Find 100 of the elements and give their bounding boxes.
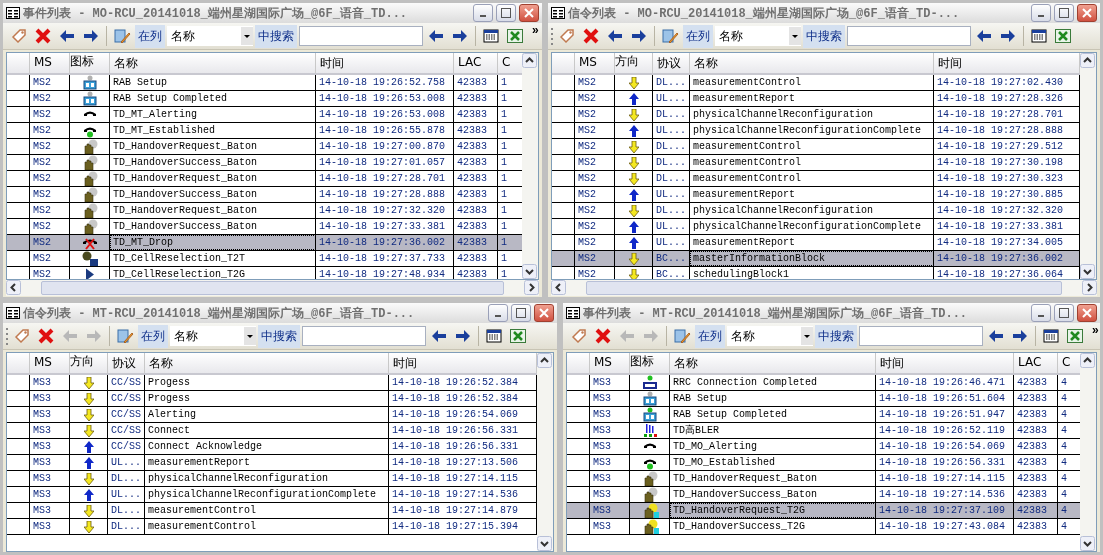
column-header[interactable]: MS [30, 353, 70, 373]
table-row[interactable]: MS3 CC/SS Progess 14-10-18 19:26:52.384 [7, 391, 537, 407]
table-cell: UL... [653, 123, 690, 138]
overflow-button[interactable]: » [1090, 323, 1100, 337]
table-row[interactable]: MS2 DL... physicalChannelReconfiguration 14-10-18 19:27:28.701 [552, 107, 1080, 123]
table-row[interactable]: MS3 DL... measurementControl 14-10-18 19:27:14.879 [7, 503, 537, 519]
table-row[interactable]: MS3 RAB Setup 14-10-18 19:26:51.604 42383 4 [567, 391, 1080, 407]
column-header[interactable]: 协议 [653, 53, 690, 73]
table-row[interactable]: MS3 UL... physicalChannelReconfigurationComplete 14-10-18 19:27:14.536 [7, 487, 537, 503]
table-cell: TD_HandoverSuccess_Baton [110, 219, 316, 234]
table-row[interactable]: MS3 TD_MO_Established 14-10-18 19:26:56.331 42383 4 [567, 455, 1080, 471]
table-row[interactable]: MS3 TD_MO_Alerting 14-10-18 19:26:54.069 42383 4 [567, 439, 1080, 455]
column-header[interactable]: 协议 [108, 353, 145, 373]
minimize-button[interactable] [488, 304, 508, 322]
table-row[interactable]: MS3 TD_HandoverRequest_T2G 14-10-18 19:27:37.109 42383 4 [567, 503, 1080, 519]
table-row[interactable]: MS3 RAB Setup Completed 14-10-18 19:26:51.947 42383 4 [567, 407, 1080, 423]
column-header[interactable]: 方向 [615, 53, 653, 73]
column-header[interactable]: 时间 [876, 353, 1014, 373]
search-field[interactable] [302, 326, 426, 346]
table-row[interactable]: MS2 DL... measurementControl 14-10-18 19:27:30.323 [552, 171, 1080, 187]
column-dropdown[interactable]: 名称 [170, 326, 256, 346]
table-row[interactable]: MS3 TD_HandoverSuccess_T2G 14-10-18 19:27:43.084 42383 4 [567, 519, 1080, 535]
search-field[interactable] [299, 26, 423, 46]
table-cell: measurementControl [690, 155, 934, 170]
column-header[interactable]: 图标 [70, 53, 110, 73]
maximize-button[interactable] [1054, 304, 1074, 322]
table-row[interactable]: MS2 TD_HandoverSuccess_Baton 14-10-18 19:27:01.057 42383 1 [7, 155, 522, 171]
maximize-icon [1059, 308, 1069, 318]
column-header[interactable]: 名称 [145, 353, 389, 373]
column-header[interactable]: MS [590, 353, 630, 373]
column-header[interactable]: MS [30, 53, 70, 73]
table-row[interactable]: MS2 TD_HandoverSuccess_Baton 14-10-18 19:27:28.888 42383 1 [7, 187, 522, 203]
column-header[interactable]: LAC [454, 53, 498, 73]
column-header[interactable]: LAC [1014, 353, 1058, 373]
column-header[interactable]: 图标 [630, 353, 670, 373]
column-header[interactable]: 名称 [110, 53, 316, 73]
table-row[interactable]: MS2 DL... measurementControl 14-10-18 19:27:02.430 [552, 75, 1080, 91]
column-header[interactable]: 名称 [690, 53, 934, 73]
table-row[interactable]: MS2 TD_CellReselection_T2T 14-10-18 19:27:37.733 42383 1 [7, 251, 522, 267]
overflow-button[interactable]: » [530, 23, 541, 37]
column-dropdown[interactable]: 名称 [167, 26, 253, 46]
search-field[interactable] [859, 326, 983, 346]
table-row[interactable]: MS2 DL... measurementControl 14-10-18 19:27:29.512 [552, 139, 1080, 155]
table-row[interactable]: MS2 TD_MT_Alerting 14-10-18 19:26:53.008 42383 1 [7, 107, 522, 123]
close-button[interactable] [534, 304, 554, 322]
table-row[interactable]: MS3 CC/SS Connect 14-10-18 19:26:56.331 [7, 423, 537, 439]
vertical-scrollbar[interactable] [522, 53, 538, 279]
table-row[interactable]: MS3 UL... measurementReport 14-10-18 19:27:13.506 [7, 455, 537, 471]
table-row[interactable]: MS2 UL... measurementReport 14-10-18 19:27:30.885 [552, 187, 1080, 203]
horizontal-scrollbar[interactable] [551, 280, 1097, 296]
table-cell: measurementReport [145, 455, 389, 470]
table-row[interactable]: MS2 TD_HandoverRequest_Baton 14-10-18 19:27:28.701 42383 1 [7, 171, 522, 187]
table-row[interactable]: MS3 TD高BLER 14-10-18 19:26:52.119 42383 4 [567, 423, 1080, 439]
table-row[interactable]: MS3 CC/SS Alerting 14-10-18 19:26:54.069 [7, 407, 537, 423]
horizontal-scrollbar[interactable] [6, 280, 539, 296]
table-row[interactable]: MS3 DL... measurementControl 14-10-18 19:27:15.394 [7, 519, 537, 535]
table-row[interactable]: MS2 TD_HandoverRequest_Baton 14-10-18 19:27:00.870 42383 1 [7, 139, 522, 155]
table-row[interactable]: MS2 UL... physicalChannelReconfigurationComplete 14-10-18 19:27:33.381 [552, 219, 1080, 235]
column-dropdown[interactable]: 名称 [727, 326, 813, 346]
minimize-button[interactable] [1031, 4, 1051, 22]
vertical-scrollbar[interactable] [537, 353, 553, 551]
column-header[interactable]: 名称 [670, 353, 876, 373]
table-row[interactable]: MS2 UL... physicalChannelReconfigurationComplete 14-10-18 19:27:28.888 [552, 123, 1080, 139]
table-row[interactable]: MS3 DL... physicalChannelReconfiguration 14-10-18 19:27:14.115 [7, 471, 537, 487]
close-button[interactable] [1077, 4, 1097, 22]
table-row[interactable]: MS2 TD_MT_Established 14-10-18 19:26:55.878 42383 1 [7, 123, 522, 139]
table-row[interactable]: MS2 RAB Setup Completed 14-10-18 19:26:53.008 42383 1 [7, 91, 522, 107]
table-row[interactable]: MS2 DL... physicalChannelReconfiguration 14-10-18 19:27:32.320 [552, 203, 1080, 219]
down-caret-icon [1080, 264, 1095, 279]
column-header[interactable]: 方向 [70, 353, 108, 373]
column-header[interactable]: C [498, 53, 522, 73]
vertical-scrollbar[interactable] [1080, 53, 1096, 279]
close-button[interactable] [519, 4, 539, 22]
table-cell: MS3 [590, 487, 630, 502]
table-row[interactable]: MS2 TD_HandoverRequest_Baton 14-10-18 19:27:32.320 42383 1 [7, 203, 522, 219]
table-row[interactable]: MS2 TD_MT_Drop 14-10-18 19:27:36.002 42383 1 [7, 235, 522, 251]
maximize-button[interactable] [511, 304, 531, 322]
column-header[interactable]: C [1058, 353, 1080, 373]
table-row[interactable]: MS3 CC/SS Progess 14-10-18 19:26:52.384 [7, 375, 537, 391]
table-row[interactable]: MS3 CC/SS Connect Acknowledge 14-10-18 19:26:56.331 [7, 439, 537, 455]
minimize-button[interactable] [1031, 304, 1051, 322]
table-row[interactable]: MS2 DL... measurementControl 14-10-18 19:27:30.198 [552, 155, 1080, 171]
pencil-icon [673, 327, 691, 345]
minimize-button[interactable] [473, 4, 493, 22]
close-button[interactable] [1077, 304, 1097, 322]
table-row[interactable]: MS3 RRC Connection Completed 14-10-18 19:26:46.471 42383 4 [567, 375, 1080, 391]
maximize-button[interactable] [1054, 4, 1074, 22]
table-row[interactable]: MS2 BC... masterInformationBlock 14-10-18 19:27:36.002 [552, 251, 1080, 267]
search-field[interactable] [847, 26, 971, 46]
column-dropdown[interactable]: 名称 [715, 26, 801, 46]
right-caret-icon [1082, 280, 1097, 295]
table-cell: measurementControl [690, 171, 934, 186]
table-row[interactable]: MS2 UL... measurementReport 14-10-18 19:27:28.326 [552, 91, 1080, 107]
column-header[interactable]: MS [575, 53, 615, 73]
table-row[interactable]: MS2 RAB Setup 14-10-18 19:26:52.758 42383 1 [7, 75, 522, 91]
column-header[interactable]: 时间 [316, 53, 454, 73]
table-row[interactable]: MS3 TD_HandoverRequest_Baton 14-10-18 19:27:14.115 42383 4 [567, 471, 1080, 487]
maximize-button[interactable] [496, 4, 516, 22]
vertical-scrollbar[interactable] [1080, 353, 1096, 551]
table-cell: MS2 [30, 187, 70, 202]
